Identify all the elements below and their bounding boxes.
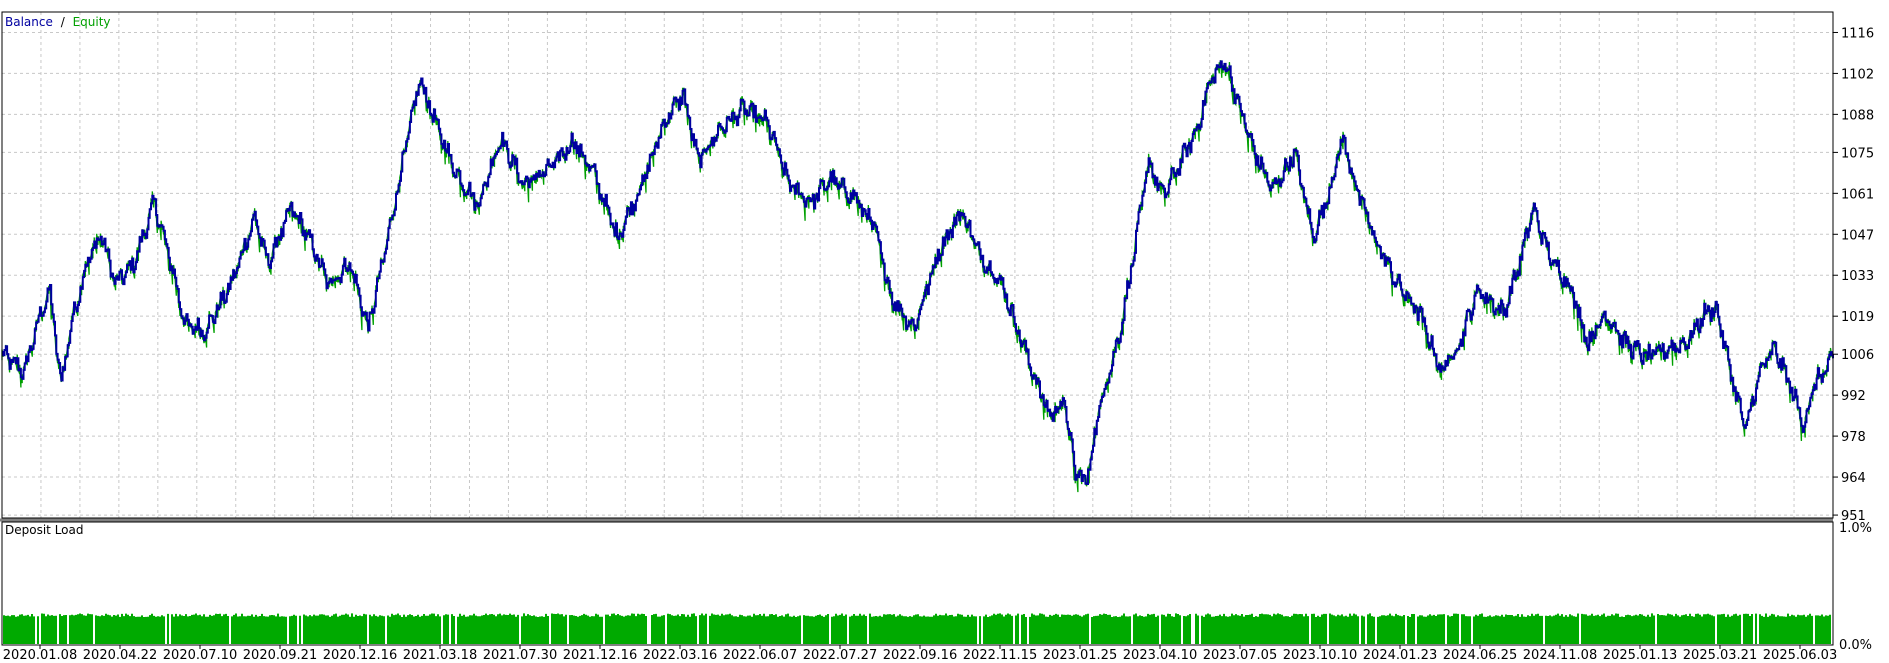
x-tick-label: 2023.01.25 [1043,648,1117,663]
y-tick-label: 1102 [1841,67,1874,82]
x-tick-label: 2020.09.21 [243,648,317,663]
x-tick-label: 2023.10.10 [1283,648,1357,663]
legend-equity: Equity [73,15,111,29]
equity-series [1,60,1834,493]
deposit-load-title: Deposit Load [5,523,83,537]
y-tick-label: 978 [1841,430,1866,445]
legend-balance: Balance [5,15,53,29]
x-tick-label: 2021.03.18 [403,648,477,663]
x-tick-label: 2025.01.13 [1603,648,1677,663]
y-tick-label: 1006 [1841,348,1874,363]
x-tick-label: 2022.11.15 [963,648,1037,663]
y-tick-label: 1061 [1841,187,1874,202]
x-tick-label: 2021.12.16 [563,648,637,663]
y-tick-label: 1088 [1841,108,1874,123]
y-tick-label: 992 [1841,389,1866,404]
x-tick-label: 2025.06.03 [1763,648,1837,663]
x-tick-label: 2022.07.27 [803,648,877,663]
x-tick-label: 2020.01.08 [3,648,77,663]
y-axis: 1116 1102 1088 1075 1061 1047 1033 1019 1006 992 9… [1833,26,1874,524]
y-tick-label: 1047 [1841,228,1874,243]
x-tick-label: 2025.03.21 [1683,648,1757,663]
x-tick-label: 2020.07.10 [163,648,237,663]
deposit-load-y-label: 1.0% [1839,521,1872,536]
x-tick-label: 2024.06.25 [1443,648,1517,663]
legend-separator: / [61,15,66,29]
equity-line [1,60,1834,493]
balance-series [2,60,1834,485]
legend: Balance / Equity [5,15,111,29]
deposit-load-y-label: 0.0% [1839,638,1872,653]
y-tick-label: 1116 [1841,26,1874,41]
y-tick-label: 1019 [1841,310,1874,325]
balance-line [2,60,1834,485]
x-tick-label: 2022.09.16 [883,648,957,663]
balance-equity-chart: 1116 1102 1088 1075 1061 1047 1033 1019 1006 992 9… [0,11,1874,663]
y-tick-label: 964 [1841,471,1866,486]
x-axis: 2020.01.08 2020.04.22 2020.07.10 2020.09.21… [3,645,1837,663]
x-tick-label: 2024.01.23 [1363,648,1437,663]
y-tick-label: 1075 [1841,146,1874,161]
x-tick-label: 2020.04.22 [83,648,157,663]
deposit-load-series [3,613,1831,644]
x-tick-label: 2024.11.08 [1523,648,1597,663]
x-tick-label: 2020.12.16 [323,648,397,663]
y-tick-label: 1033 [1841,269,1874,284]
x-tick-label: 2023.04.10 [1123,648,1197,663]
x-tick-label: 2022.06.07 [723,648,797,663]
deposit-load-bars [3,613,1831,644]
deposit-load-y-axis: 1.0% 0.0% [1839,521,1872,653]
x-tick-label: 2023.07.05 [1203,648,1277,663]
x-tick-label: 2021.07.30 [483,648,557,663]
x-tick-label: 2022.03.16 [643,648,717,663]
